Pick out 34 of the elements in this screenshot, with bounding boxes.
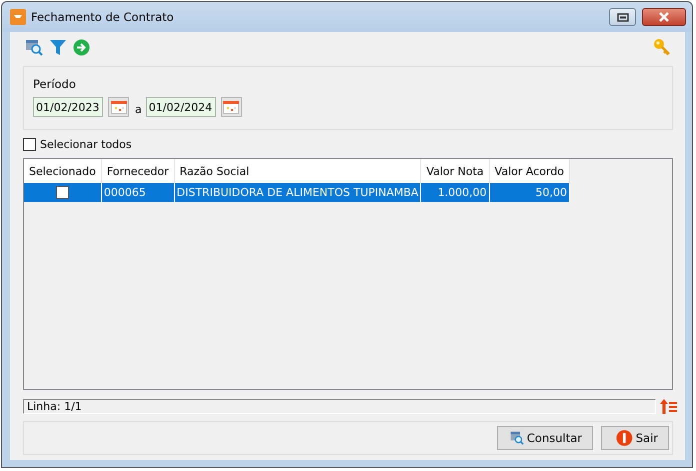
column-header[interactable]: Fornecedor — [101, 159, 174, 183]
table-cell: DISTRIBUIDORA DE ALIMENTOS TUPINAMBA — [174, 183, 421, 202]
status-bar: Linha: 1/1 — [23, 399, 656, 414]
restore-icon — [616, 12, 628, 22]
column-header[interactable]: Selecionado — [24, 159, 102, 183]
table-cell: 000065 — [101, 183, 174, 202]
row-checkbox[interactable] — [56, 186, 69, 200]
window-title: Fechamento de Contrato — [31, 10, 174, 24]
key-icon[interactable] — [653, 38, 671, 56]
power-icon — [616, 429, 633, 447]
filter-icon[interactable] — [50, 38, 66, 56]
exit-button[interactable]: Sair — [601, 426, 669, 450]
close-button[interactable] — [642, 8, 686, 26]
column-header[interactable]: Valor Acordo — [489, 159, 570, 183]
table-cell: 1.000,00 — [420, 183, 490, 202]
select-all-checkbox[interactable] — [23, 138, 36, 150]
arrow-right-icon[interactable] — [73, 38, 90, 56]
sort-icon[interactable] — [659, 398, 677, 415]
column-header[interactable]: Valor Nota — [420, 159, 490, 183]
calendar-button[interactable] — [220, 97, 242, 117]
restore-button[interactable] — [609, 8, 636, 26]
consult-button[interactable]: Consultar — [497, 426, 593, 450]
range-separator: a — [135, 102, 142, 116]
calendar-button[interactable] — [108, 97, 129, 117]
column-header[interactable]: Razão Social — [174, 159, 421, 183]
app-icon — [10, 9, 26, 25]
select-all-label: Selecionar todos — [40, 138, 132, 150]
end-date-field[interactable]: 01/02/2024 — [146, 97, 216, 117]
period-label: Período — [33, 77, 77, 91]
table-cell: 50,00 — [489, 183, 570, 202]
start-date-field[interactable]: 01/02/2023 — [33, 97, 103, 117]
search-icon[interactable] — [25, 38, 43, 56]
close-icon — [658, 12, 670, 22]
search-icon — [510, 429, 524, 447]
